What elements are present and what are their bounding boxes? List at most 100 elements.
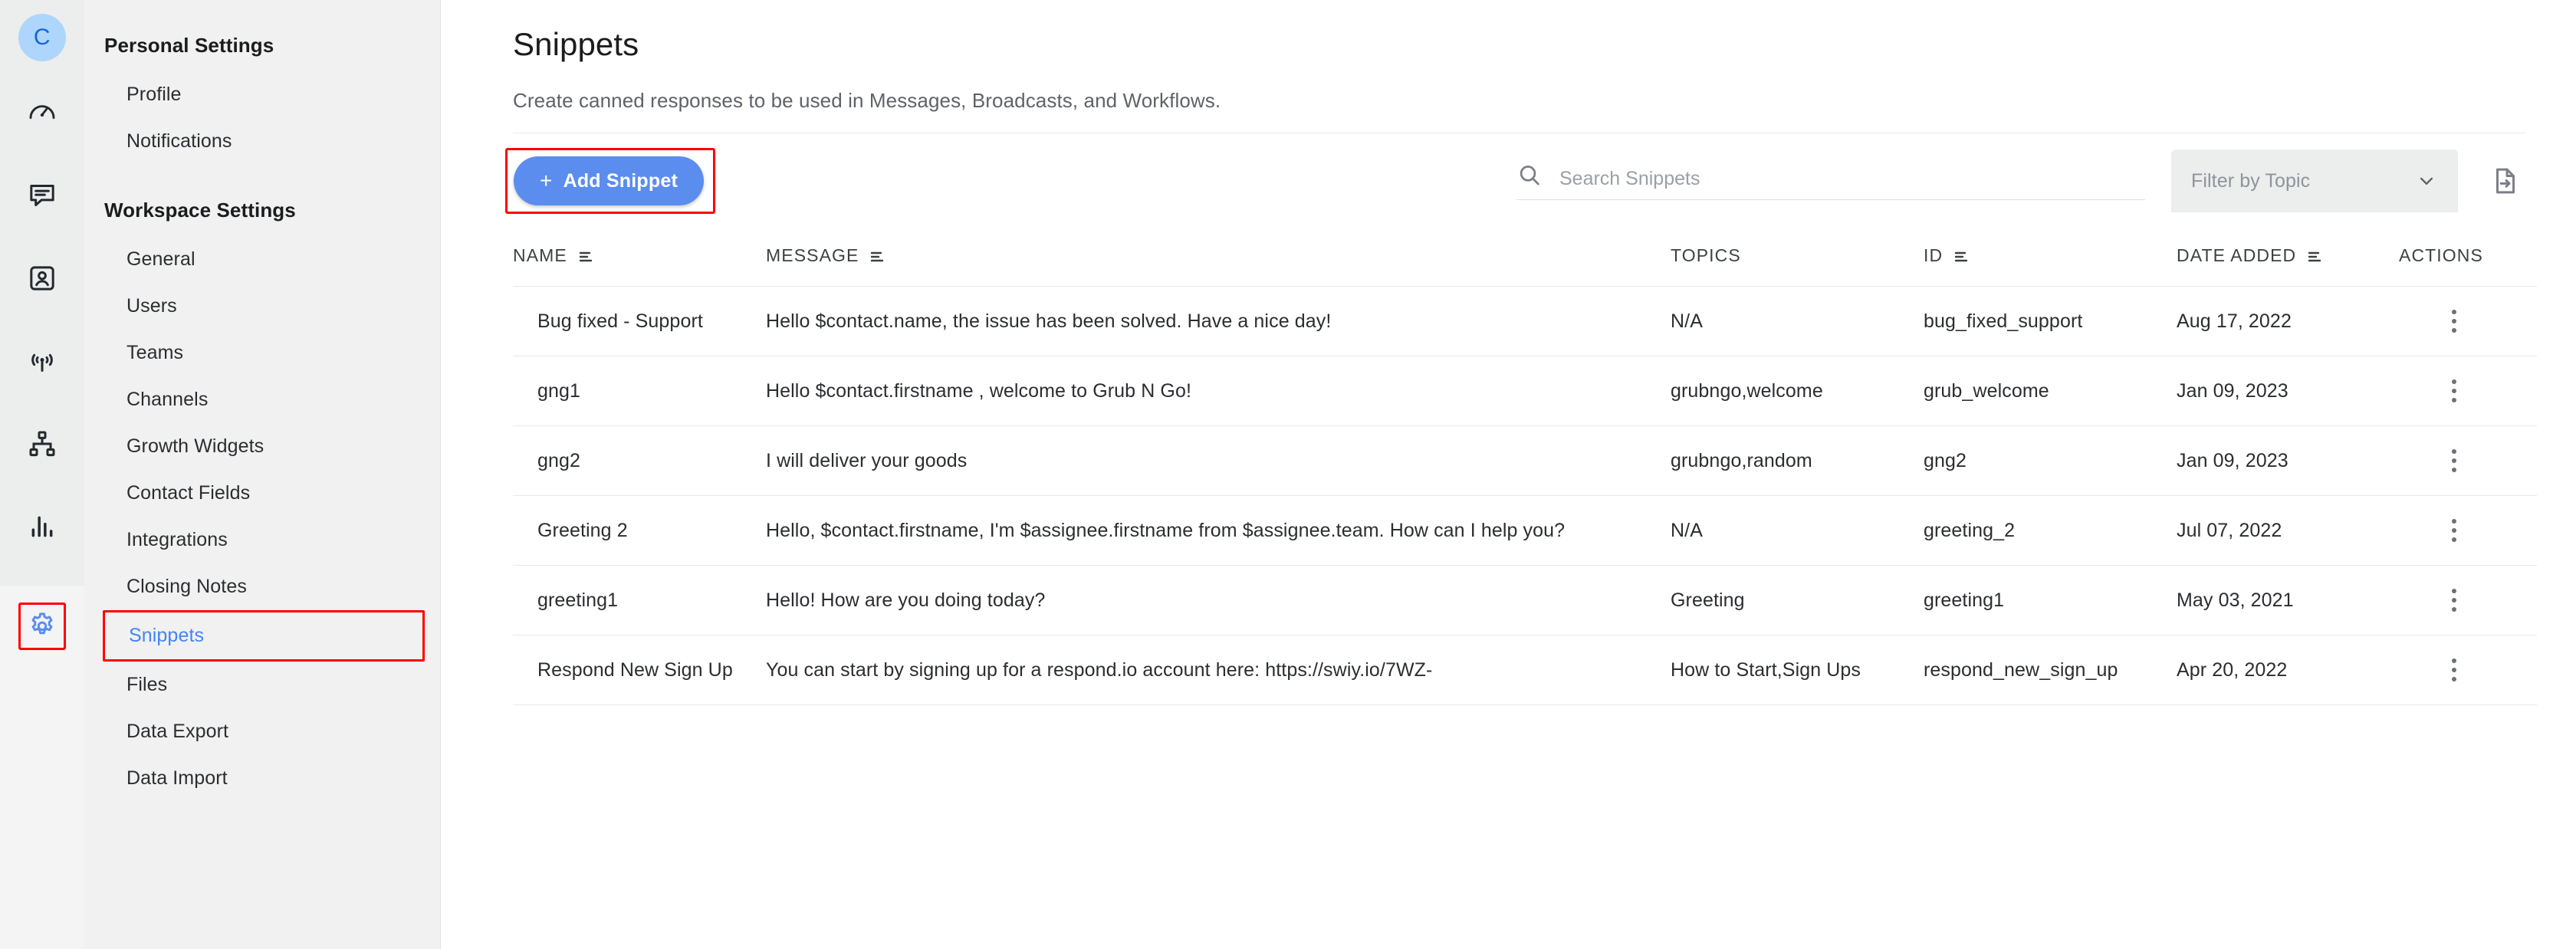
toolbar-right-group: Filter by Topic <box>1516 149 2525 212</box>
cell-topics: grubngo,welcome <box>1671 356 1924 426</box>
sidebar-item-snippets[interactable]: Snippets <box>103 610 425 662</box>
contacts-icon[interactable] <box>18 254 66 302</box>
column-header-label: NAME <box>513 245 567 265</box>
table-row[interactable]: gng1 Hello $contact.firstname , welcome … <box>513 356 2537 426</box>
avatar[interactable]: C <box>18 14 66 61</box>
column-header-actions: ACTIONS <box>2399 228 2537 287</box>
row-actions-menu-icon[interactable] <box>2425 449 2456 472</box>
add-snippet-label: Add Snippet <box>563 169 678 192</box>
cell-actions <box>2399 495 2537 566</box>
cell-topics: N/A <box>1671 286 1924 356</box>
filter-by-topic-label: Filter by Topic <box>2191 169 2311 192</box>
column-header-label: DATE ADDED <box>2177 245 2297 265</box>
app-root: C Personal Settings Profile Notification… <box>0 0 2576 949</box>
sidebar-item-channels[interactable]: Channels <box>84 376 440 423</box>
broadcasts-icon[interactable] <box>18 337 66 385</box>
cell-topics: grubngo,random <box>1671 425 1924 496</box>
toolbar: + Add Snippet Filter by Topic <box>505 133 2525 228</box>
sort-icon[interactable] <box>2305 247 2324 265</box>
cell-actions <box>2399 635 2537 705</box>
settings-sidebar: Personal Settings Profile Notifications … <box>84 0 441 949</box>
rail-bottom-section <box>0 586 84 949</box>
cell-id: greeting1 <box>1924 565 2177 635</box>
cell-date: Aug 17, 2022 <box>2177 286 2399 356</box>
column-header-label: ACTIONS <box>2399 245 2483 265</box>
cell-message: I will deliver your goods <box>766 425 1671 496</box>
sidebar-section-personal: Personal Settings Profile Notifications <box>84 20 440 165</box>
add-snippet-button[interactable]: + Add Snippet <box>514 156 704 205</box>
cell-id: gng2 <box>1924 425 2177 496</box>
sidebar-item-data-import[interactable]: Data Import <box>84 755 440 802</box>
cell-name: Greeting 2 <box>513 495 766 566</box>
cell-topics: How to Start,Sign Ups <box>1671 635 1924 705</box>
cell-name: gng2 <box>513 425 766 496</box>
chevron-down-icon <box>2415 169 2438 192</box>
search-container <box>1516 163 2145 200</box>
sort-icon[interactable] <box>1952 247 1970 265</box>
table-row[interactable]: Bug fixed - Support Hello $contact.name,… <box>513 286 2537 356</box>
column-header-id[interactable]: ID <box>1924 228 2177 287</box>
row-actions-menu-icon[interactable] <box>2425 519 2456 542</box>
column-header-date-added[interactable]: DATE ADDED <box>2177 228 2399 287</box>
main-content: Snippets Create canned responses to be u… <box>441 0 2576 949</box>
table-row[interactable]: greeting1 Hello! How are you doing today… <box>513 565 2537 635</box>
cell-date: May 03, 2021 <box>2177 565 2399 635</box>
sidebar-divider-gap <box>84 165 440 185</box>
export-document-icon[interactable] <box>2486 161 2525 201</box>
sidebar-item-profile[interactable]: Profile <box>84 71 440 118</box>
sidebar-item-files[interactable]: Files <box>84 662 440 708</box>
sidebar-item-teams[interactable]: Teams <box>84 330 440 376</box>
row-actions-menu-icon[interactable] <box>2425 589 2456 612</box>
column-header-message[interactable]: MESSAGE <box>766 228 1671 287</box>
cell-name: Respond New Sign Up <box>513 635 766 705</box>
workflows-icon[interactable] <box>18 420 66 468</box>
table-header: NAME MESSAGE TOPICS ID DATE ADDED ACTION… <box>513 228 2537 287</box>
sidebar-item-growth-widgets[interactable]: Growth Widgets <box>84 423 440 470</box>
table-row[interactable]: Respond New Sign Up You can start by sig… <box>513 635 2537 705</box>
sidebar-item-notifications[interactable]: Notifications <box>84 118 440 165</box>
add-snippet-highlight-box: + Add Snippet <box>505 148 715 214</box>
sidebar-item-integrations[interactable]: Integrations <box>84 517 440 563</box>
cell-message: Hello $contact.firstname , welcome to Gr… <box>766 356 1671 426</box>
cell-id: bug_fixed_support <box>1924 286 2177 356</box>
cell-actions <box>2399 565 2537 635</box>
row-actions-menu-icon[interactable] <box>2425 379 2456 402</box>
table-body: Bug fixed - Support Hello $contact.name,… <box>513 286 2537 705</box>
page-title: Snippets <box>513 26 639 62</box>
sidebar-item-contact-fields[interactable]: Contact Fields <box>84 470 440 517</box>
sort-icon[interactable] <box>577 247 595 265</box>
sidebar-item-users[interactable]: Users <box>84 283 440 330</box>
sidebar-section-workspace: Workspace Settings General Users Teams C… <box>84 185 440 802</box>
sidebar-item-data-export[interactable]: Data Export <box>84 708 440 755</box>
reports-icon[interactable] <box>18 503 66 550</box>
cell-date: Jan 09, 2023 <box>2177 356 2399 426</box>
sidebar-item-closing-notes[interactable]: Closing Notes <box>84 563 440 610</box>
sidebar-item-general[interactable]: General <box>84 236 440 283</box>
column-header-label: MESSAGE <box>766 245 859 265</box>
cell-name: gng1 <box>513 356 766 426</box>
row-actions-menu-icon[interactable] <box>2425 658 2456 681</box>
cell-id: grub_welcome <box>1924 356 2177 426</box>
page-subtitle: Create canned responses to be used in Me… <box>513 89 1221 112</box>
cell-message: Hello $contact.name, the issue has been … <box>766 286 1671 356</box>
cell-actions <box>2399 286 2537 356</box>
dashboard-icon[interactable] <box>18 89 66 136</box>
cell-name: Bug fixed - Support <box>513 286 766 356</box>
table-row[interactable]: gng2 I will deliver your goods grubngo,r… <box>513 425 2537 496</box>
messages-icon[interactable] <box>18 172 66 219</box>
row-actions-menu-icon[interactable] <box>2425 310 2456 333</box>
table-row[interactable]: Greeting 2 Hello, $contact.firstname, I'… <box>513 495 2537 566</box>
cell-message: Hello, $contact.firstname, I'm $assignee… <box>766 495 1671 566</box>
cell-id: greeting_2 <box>1924 495 2177 566</box>
sort-icon[interactable] <box>868 247 886 265</box>
sidebar-section-title: Workspace Settings <box>104 199 296 222</box>
filter-by-topic-dropdown[interactable]: Filter by Topic <box>2171 149 2458 212</box>
settings-gear-button[interactable] <box>18 603 66 650</box>
column-header-name[interactable]: NAME <box>513 228 766 287</box>
cell-date: Apr 20, 2022 <box>2177 635 2399 705</box>
column-header-topics[interactable]: TOPICS <box>1671 228 1924 287</box>
table-header-row: NAME MESSAGE TOPICS ID DATE ADDED ACTION… <box>513 228 2537 287</box>
search-input[interactable] <box>1559 167 2145 192</box>
search-icon <box>1516 163 1543 192</box>
icon-rail: C <box>0 0 84 949</box>
